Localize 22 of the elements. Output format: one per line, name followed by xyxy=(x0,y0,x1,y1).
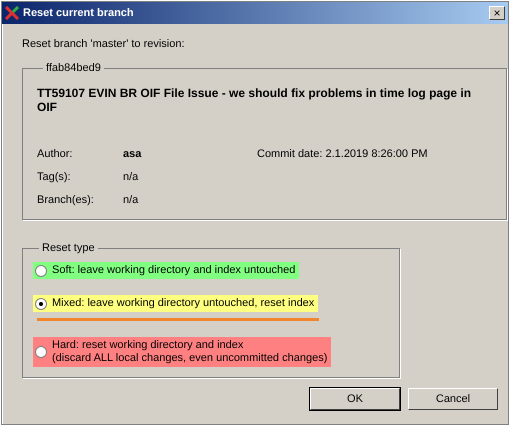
field-value: n/a xyxy=(123,170,140,182)
commit-date: Commit date: 2.1.2019 8:26:00 PM xyxy=(257,148,429,160)
field-label: Branch(es): xyxy=(37,194,95,206)
prompt-text: Reset branch 'master' to revision: xyxy=(22,38,186,50)
reset-option[interactable]: Mixed: leave working directory untouched, reset index xyxy=(33,295,318,312)
commit-hash: ffab84bed9 xyxy=(45,62,102,74)
group-title: Reset type xyxy=(41,242,96,254)
radio-button[interactable] xyxy=(35,298,47,310)
field-label: Author: xyxy=(37,148,74,160)
app-logo-icon xyxy=(5,6,19,20)
close-button[interactable]: × xyxy=(489,6,505,20)
window-title: Reset current branch xyxy=(23,7,135,19)
reset-option[interactable]: Soft: leave working directory and index untouched xyxy=(33,262,300,279)
radio-button[interactable] xyxy=(35,346,47,358)
radio-button[interactable] xyxy=(35,264,47,276)
reset-option[interactable]: Hard: reset working directory and index (discard ALL local changes, even uncommitted changes) xyxy=(33,337,332,367)
commit-message: TT59107 EVIN BR OIF File Issue - we should fix problems in time log page in OIF xyxy=(37,86,472,114)
field-label: Tag(s): xyxy=(37,170,72,182)
ok-button[interactable]: OK xyxy=(310,388,400,410)
cancel-button[interactable]: Cancel xyxy=(408,388,498,410)
field-value: n/a xyxy=(123,194,140,206)
field-value: asa xyxy=(123,148,142,160)
